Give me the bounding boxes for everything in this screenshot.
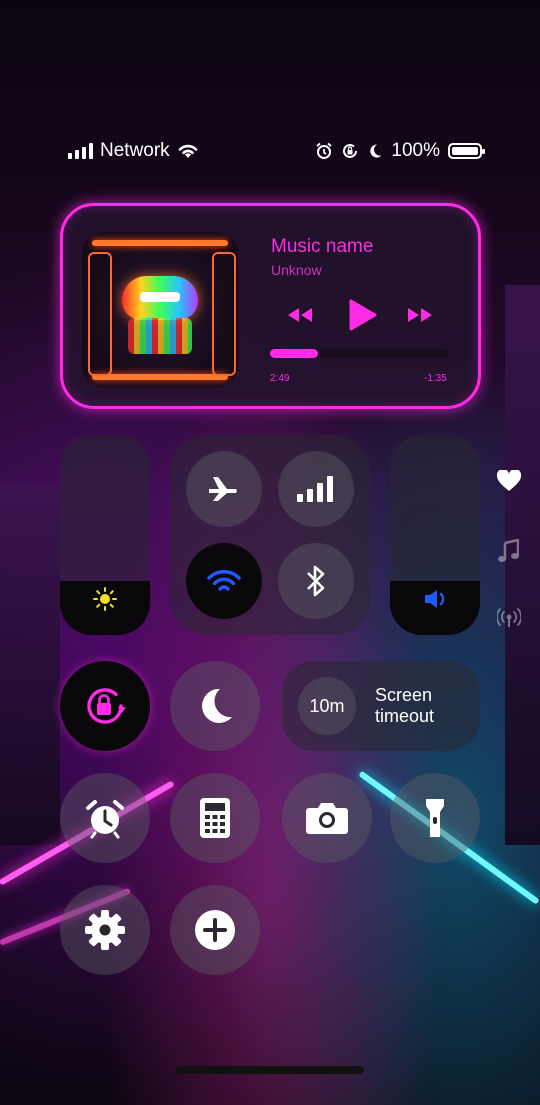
timeout-value-badge: 10m	[298, 677, 356, 735]
screen-timeout-tile[interactable]: 10m Screen timeout	[282, 661, 480, 751]
network-label: Network	[100, 140, 170, 161]
rotation-lock-icon	[343, 143, 358, 158]
music-note-icon[interactable]	[497, 539, 519, 563]
airplane-icon	[209, 477, 237, 501]
signal-icon	[68, 143, 93, 159]
progress-bar[interactable]	[270, 349, 448, 358]
moon-icon	[370, 144, 382, 158]
remaining-time: -1:35	[424, 373, 447, 384]
battery-percentage: 100%	[391, 140, 440, 161]
home-indicator[interactable]	[176, 1066, 364, 1074]
media-player-card[interactable]: Music name Unknow 2:49 -1:35	[60, 203, 481, 409]
settings-shortcut[interactable]	[60, 885, 150, 975]
rewind-button[interactable]	[285, 298, 315, 332]
track-artist: Unknow	[271, 262, 322, 278]
bluetooth-toggle[interactable]	[278, 543, 354, 619]
cellular-data-toggle[interactable]	[278, 451, 354, 527]
rotation-lock-toggle[interactable]	[60, 661, 150, 751]
forward-button[interactable]	[405, 298, 435, 332]
rotation-lock-icon	[87, 688, 126, 724]
flashlight-shortcut[interactable]	[390, 773, 480, 863]
alarm-shortcut[interactable]	[60, 773, 150, 863]
camera-shortcut[interactable]	[282, 773, 372, 863]
calculator-shortcut[interactable]	[170, 773, 260, 863]
do-not-disturb-toggle[interactable]	[170, 661, 260, 751]
alarm-icon	[316, 142, 333, 159]
brightness-icon	[93, 587, 117, 611]
progress-fill	[270, 349, 319, 358]
elapsed-time: 2:49	[270, 373, 290, 384]
track-title: Music name	[271, 236, 374, 257]
flashlight-icon	[426, 799, 444, 837]
volume-slider[interactable]	[390, 435, 480, 635]
alarm-icon	[86, 800, 124, 839]
heart-icon[interactable]	[497, 470, 521, 492]
play-icon	[349, 299, 377, 331]
camera-icon	[306, 803, 348, 834]
calculator-icon	[200, 798, 230, 838]
brightness-slider[interactable]	[60, 435, 150, 635]
cellular-data-icon	[297, 476, 333, 502]
wifi-icon	[207, 570, 241, 591]
timeout-label: Screen timeout	[375, 685, 434, 727]
wifi-toggle[interactable]	[186, 543, 262, 619]
volume-icon	[425, 590, 445, 608]
timeout-value: 10m	[309, 695, 345, 716]
timeout-label-line1: Screen	[375, 685, 433, 705]
bluetooth-icon	[307, 565, 325, 597]
airplane-mode-toggle[interactable]	[186, 451, 262, 527]
wifi-icon	[178, 144, 197, 158]
play-button[interactable]	[345, 298, 379, 332]
add-shortcut-button[interactable]	[170, 885, 260, 975]
moon-icon	[202, 688, 232, 723]
rewind-icon	[288, 308, 312, 322]
settings-icon	[85, 910, 125, 950]
broadcast-icon[interactable]	[497, 608, 521, 628]
timeout-label-line2: timeout	[375, 706, 435, 726]
status-bar: Network 100%	[0, 138, 540, 166]
album-art[interactable]	[82, 232, 238, 388]
connectivity-panel	[170, 435, 370, 635]
add-icon	[195, 910, 235, 950]
battery-icon	[448, 143, 485, 159]
fast-forward-icon	[408, 308, 432, 322]
